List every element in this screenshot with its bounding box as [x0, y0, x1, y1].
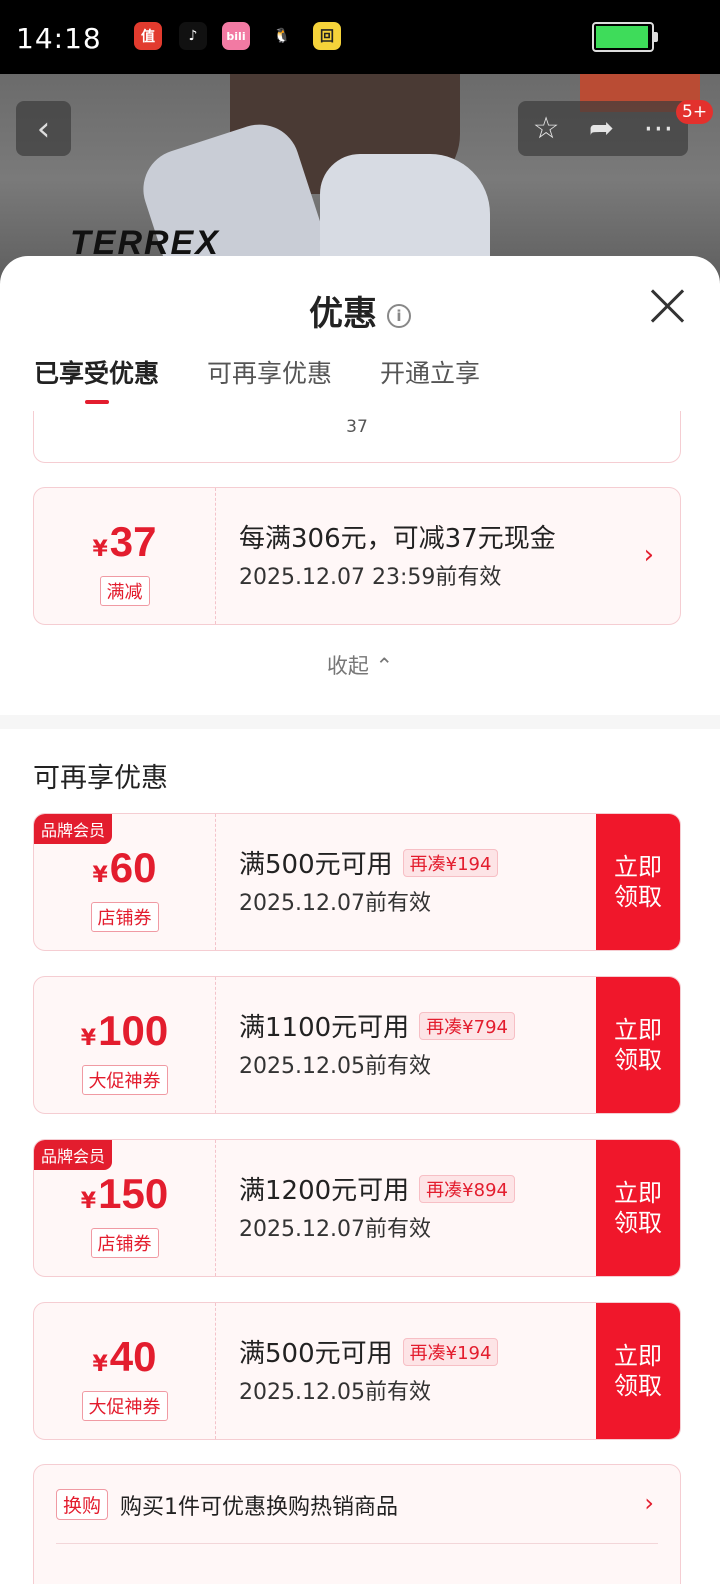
swap-tag: 换购: [56, 1489, 109, 1520]
coupon-condition: 满500元可用 再凑¥194: [239, 1333, 499, 1370]
more-dots-icon[interactable]: ⋯: [643, 111, 673, 146]
topup-badge: 再凑¥194: [402, 848, 499, 877]
top-action-group: ☆ ➦ ⋯: [518, 101, 688, 156]
coupon-type-label: 大促神券: [81, 1391, 168, 1421]
product-image-background: TERREX ‹ ☆ ➦ ⋯ 5+: [0, 74, 720, 284]
divider: [56, 1543, 658, 1544]
zhi-icon: 值: [134, 22, 162, 50]
tab-bar: 已享受优惠 可再享优惠 开通立享: [34, 354, 528, 404]
favorite-star-icon[interactable]: ☆: [533, 111, 560, 146]
collapse-label: 收起: [326, 654, 369, 678]
close-button[interactable]: [650, 288, 686, 324]
coupon-validity: 2025.12.05前有效: [239, 1380, 431, 1405]
coupon-card: ¥100 大促神券 满1100元可用 再凑¥794 2025.12.05前有效 立…: [33, 976, 681, 1114]
applied-coupon-card[interactable]: ¥37 满减 每满306元，可减37元现金 2025.12.07 23:59前有…: [33, 487, 681, 625]
coupon-condition: 每满306元，可减37元现金: [239, 524, 556, 554]
coupon-amount-panel: ¥37 满减: [34, 488, 216, 624]
status-bar: 14:18 值 ♪ bili 🐧 回: [0, 0, 720, 74]
claim-button[interactable]: 立即 领取: [596, 1140, 680, 1276]
topup-badge: 再凑¥194: [402, 1337, 499, 1366]
coupon-details: 满500元可用 再凑¥194 2025.12.07前有效: [239, 844, 499, 917]
coupon-card: ¥150 店铺券 品牌会员 满1200元可用 再凑¥894 2025.12.07前…: [33, 1139, 681, 1277]
coupon-amount-panel: ¥100 大促神券: [34, 977, 216, 1113]
chevron-right-icon: ›: [643, 540, 654, 570]
chevron-left-icon: ‹: [36, 108, 51, 149]
topup-badge: 再凑¥894: [419, 1174, 515, 1203]
coupon-amount: ¥60: [92, 844, 157, 891]
back-button[interactable]: ‹: [16, 101, 71, 156]
coupon-type-label: 大促神券: [81, 1065, 168, 1095]
battery-icon: [592, 22, 658, 52]
coupon-details: 满1100元可用 再凑¥794 2025.12.05前有效: [239, 1007, 515, 1080]
coupon-validity: 2025.12.07前有效: [239, 1217, 431, 1242]
coupon-condition: 满1200元可用 再凑¥894: [239, 1170, 515, 1207]
message-badge: 5+: [676, 100, 714, 124]
coupon-amount: ¥150: [80, 1170, 169, 1217]
claim-button[interactable]: 立即 领取: [596, 977, 680, 1113]
coupon-type-label: 店铺券: [90, 1228, 159, 1258]
tab-more-available[interactable]: 可再享优惠: [207, 354, 332, 404]
coupon-condition: 满500元可用 再凑¥194: [239, 844, 499, 881]
coupon-amount: ¥100: [80, 1007, 169, 1054]
partial-card-text: 37: [346, 417, 368, 437]
tab-open-membership[interactable]: 开通立享: [380, 354, 480, 404]
sheet-title-text: 优惠: [309, 294, 377, 334]
chevron-right-icon: ›: [644, 1489, 654, 1517]
claim-button[interactable]: 立即 领取: [596, 814, 680, 950]
discount-sheet: 优惠 i 已享受优惠 可再享优惠 开通立享 37 ¥37 满减 每满306元，可减…: [0, 256, 720, 1584]
coupon-validity: 2025.12.07 23:59前有效: [239, 565, 502, 590]
collapse-button[interactable]: 收起 ⌃: [0, 650, 720, 680]
section-title-more: 可再享优惠: [33, 763, 168, 794]
coupon-condition: 满1100元可用 再凑¥794: [239, 1007, 515, 1044]
coupon-amount: ¥40: [92, 1333, 157, 1380]
bilibili-icon: bili: [222, 22, 250, 50]
coupon-card: ¥40 大促神券 满500元可用 再凑¥194 2025.12.05前有效 立即 …: [33, 1302, 681, 1440]
coupon-type-label: 满减: [99, 576, 150, 606]
share-icon[interactable]: ➦: [589, 111, 614, 146]
coupon-details: 每满306元，可减37元现金 2025.12.07 23:59前有效: [239, 518, 556, 591]
claim-button[interactable]: 立即 领取: [596, 1303, 680, 1439]
brand-member-tag: 品牌会员: [34, 814, 113, 844]
qq-icon: 🐧: [268, 22, 296, 50]
section-divider: [0, 715, 720, 729]
swap-text: 购买1件可优惠换购热销商品: [120, 1495, 398, 1520]
coupon-amount-panel: ¥40 大促神券: [34, 1303, 216, 1439]
topup-badge: 再凑¥794: [419, 1011, 515, 1040]
sheet-title: 优惠 i: [0, 286, 720, 335]
tab-enjoyed[interactable]: 已享受优惠: [34, 354, 159, 404]
info-icon[interactable]: i: [387, 303, 411, 328]
status-time: 14:18: [16, 22, 102, 55]
brand-member-tag: 品牌会员: [34, 1140, 113, 1170]
coupon-card: ¥60 店铺券 品牌会员 满500元可用 再凑¥194 2025.12.07前有效…: [33, 813, 681, 951]
coupon-validity: 2025.12.05前有效: [239, 1054, 431, 1079]
chevron-up-icon: ⌃: [375, 654, 394, 678]
coupon-validity: 2025.12.07前有效: [239, 891, 431, 916]
coupon-amount: ¥37: [92, 518, 157, 565]
swap-offer-card[interactable]: 换购 购买1件可优惠换购热销商品 ›: [33, 1464, 681, 1584]
tiktok-icon: ♪: [179, 22, 207, 50]
coupon-type-label: 店铺券: [90, 902, 159, 932]
app-yellow-icon: 回: [313, 22, 341, 50]
partial-coupon-card: 37: [33, 411, 681, 463]
coupon-details: 满500元可用 再凑¥194 2025.12.05前有效: [239, 1333, 499, 1406]
coupon-details: 满1200元可用 再凑¥894 2025.12.07前有效: [239, 1170, 515, 1243]
